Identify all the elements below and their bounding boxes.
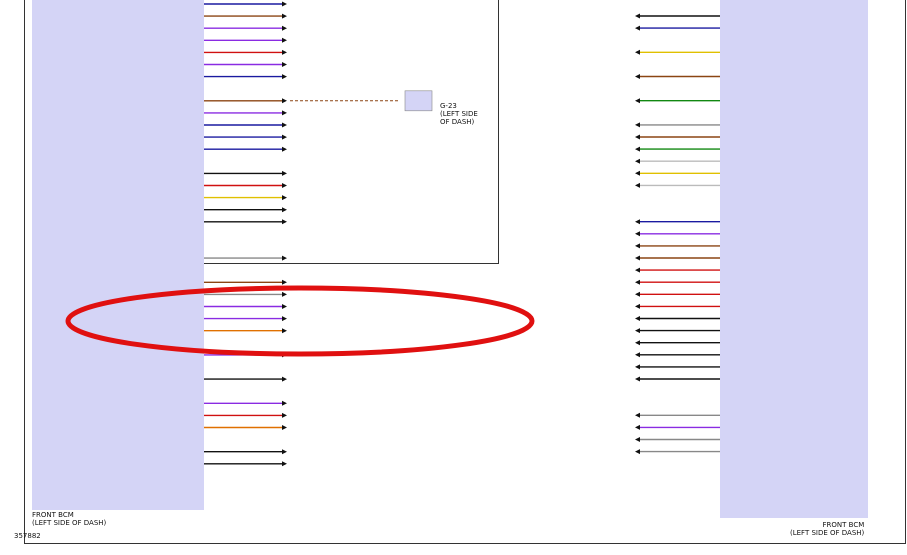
left-wire-arrow (282, 110, 287, 116)
left-wire-arrow (282, 304, 287, 309)
right-wire-arrow (635, 170, 640, 176)
left-wire-arrow (282, 449, 287, 455)
right-wire-arrow (635, 219, 640, 225)
wiring-diagram-page: FRONT BCM (LEFT SIDE OF DASH) FRONT BCM … (0, 0, 907, 555)
right-wire-arrow (635, 13, 640, 19)
right-wire-arrow (635, 328, 640, 334)
ground-box (404, 90, 433, 112)
right-wire-arrow (635, 340, 640, 346)
left-wire-arrow (282, 134, 287, 140)
right-wire-arrow (635, 134, 640, 140)
diagram-id: 357882 (14, 532, 41, 540)
right-wire-arrow (635, 243, 640, 249)
left-wire-arrow (282, 376, 287, 382)
right-wire-arrow (635, 316, 640, 321)
left-wire-arrow (282, 122, 287, 128)
left-wire-arrow (282, 183, 287, 188)
ground-label: G-23 (LEFT SIDE OF DASH) (440, 102, 478, 126)
left-wire-arrow (282, 146, 287, 152)
left-wire-arrow (282, 316, 287, 322)
left-wire-arrow (282, 328, 287, 334)
left-wire-arrow (282, 279, 287, 285)
left-wire-arrow (282, 98, 287, 104)
right-wire-arrow (635, 303, 640, 309)
left-wire-arrow (282, 49, 287, 55)
right-wire-arrow (635, 231, 640, 237)
left-wire-arrow (282, 291, 287, 297)
right-wire-arrow (635, 182, 640, 188)
right-wire-arrow (635, 255, 640, 261)
right-wire-arrow (635, 412, 640, 418)
left-wire-arrow (282, 255, 287, 261)
left-wire-arrow (282, 1, 287, 7)
right-wire-arrow (635, 267, 640, 273)
right-wire-arrow (635, 146, 640, 152)
left-wire-arrow (282, 37, 287, 43)
wire-layer (65, 1, 720, 467)
highlight-ellipse (65, 285, 535, 357)
left-wire-arrow (282, 74, 287, 80)
right-wire-arrow (635, 279, 640, 285)
right-wire-arrow (635, 74, 640, 79)
right-wire-arrow (635, 122, 640, 128)
left-wire-arrow (282, 412, 287, 418)
right-wire-arrow (635, 364, 640, 370)
right-wire-arrow (635, 98, 640, 104)
right-wire-arrow (635, 25, 640, 31)
right-wire-arrow (635, 437, 640, 442)
left-wire-arrow (282, 170, 287, 176)
left-wire-arrow (282, 461, 287, 467)
left-bcm-caption: FRONT BCM (LEFT SIDE OF DASH) (32, 511, 107, 527)
left-wire-arrow (282, 13, 287, 19)
left-wire-arrow (282, 207, 287, 213)
right-wire-arrow (635, 449, 640, 455)
right-wire-arrow (635, 158, 640, 164)
left-wire-arrow (282, 195, 287, 201)
right-wire-arrow (635, 49, 640, 55)
right-bcm-caption: FRONT BCM (LEFT SIDE OF DASH) (790, 521, 865, 537)
right-wire-arrow (635, 424, 640, 430)
left-wire-arrow (282, 425, 287, 430)
right-wire-arrow (635, 291, 640, 297)
left-wire-arrow (282, 25, 287, 31)
left-wire-arrow (282, 400, 287, 406)
right-wire-arrow (635, 352, 640, 358)
right-wire-arrow (635, 376, 640, 382)
left-wire-arrow (282, 219, 287, 225)
left-wire-arrow (282, 62, 287, 67)
